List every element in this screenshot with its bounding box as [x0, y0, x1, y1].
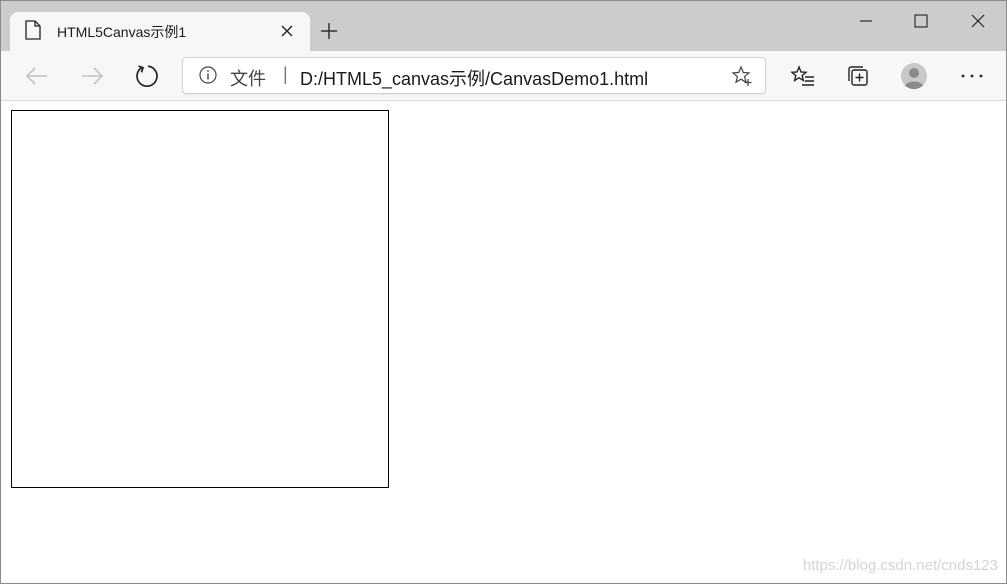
security-label: 文件 — [230, 69, 266, 89]
maximize-icon[interactable] — [911, 11, 931, 31]
more-icon[interactable] — [958, 62, 986, 90]
favorites-list-icon[interactable] — [789, 62, 817, 90]
browser-window: HTML5Canvas示例1 文件 | D:/HTML5_canvas示例/Ca… — [0, 0, 1007, 584]
address-separator: | — [283, 64, 288, 84]
close-icon[interactable] — [280, 24, 294, 38]
profile-avatar-icon[interactable] — [900, 62, 928, 90]
forward-arrow-icon[interactable] — [78, 62, 106, 90]
info-icon[interactable] — [199, 66, 217, 84]
navigation-toolbar: 文件 | D:/HTML5_canvas示例/CanvasDemo1.html — [1, 51, 1006, 101]
star-plus-icon[interactable] — [731, 65, 753, 87]
watermark-text: https://blog.csdn.net/cnds123 — [802, 557, 998, 574]
tab-title: HTML5Canvas示例1 — [57, 24, 187, 40]
active-tab[interactable]: HTML5Canvas示例1 — [10, 12, 310, 51]
plus-icon[interactable] — [319, 21, 339, 41]
canvas-element[interactable] — [11, 110, 389, 488]
collections-icon[interactable] — [844, 62, 872, 90]
minimize-icon[interactable] — [856, 11, 876, 31]
back-arrow-icon[interactable] — [23, 62, 51, 90]
address-bar[interactable]: 文件 | D:/HTML5_canvas示例/CanvasDemo1.html — [182, 57, 766, 94]
tab-strip: HTML5Canvas示例1 — [1, 1, 1006, 51]
close-icon[interactable] — [968, 11, 988, 31]
page-content: https://blog.csdn.net/cnds123 — [1, 101, 1006, 583]
page-icon — [24, 20, 42, 40]
refresh-icon[interactable] — [133, 62, 161, 90]
url-text[interactable]: D:/HTML5_canvas示例/CanvasDemo1.html — [300, 65, 648, 91]
